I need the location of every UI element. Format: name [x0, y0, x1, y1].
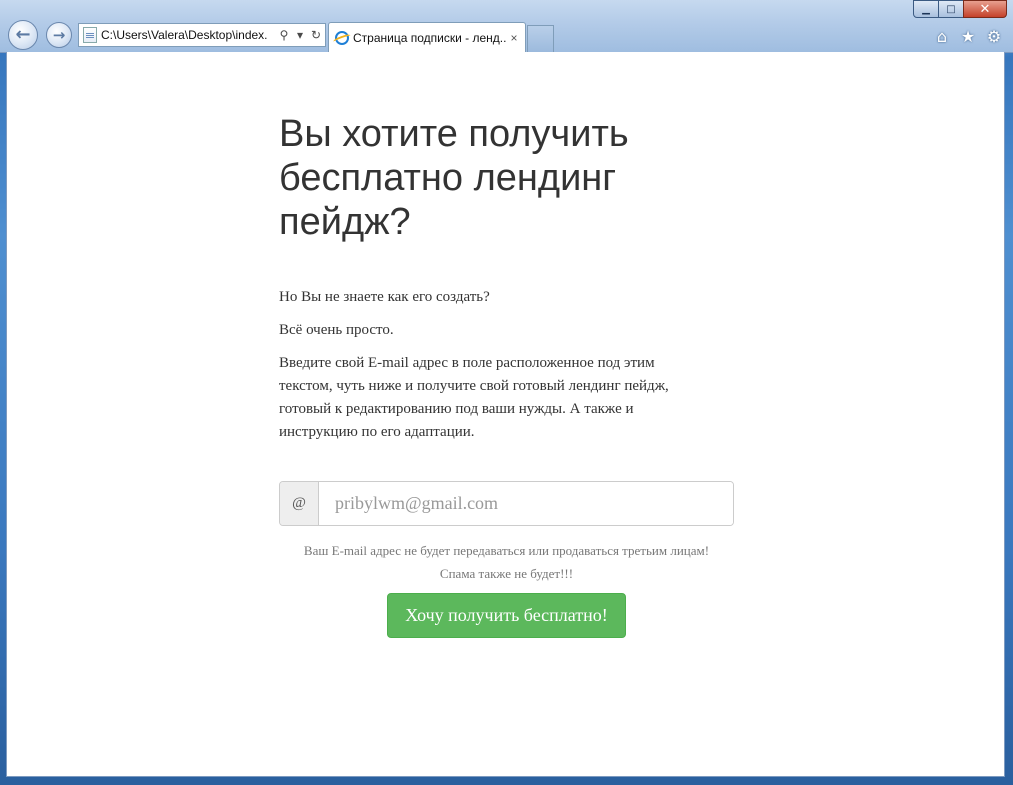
- page-icon: [83, 27, 97, 43]
- at-sign-addon: @: [280, 482, 319, 525]
- forward-arrow-icon: →: [52, 25, 66, 44]
- subscription-content: Вы хотите получить бесплатно лендинг пей…: [279, 52, 735, 638]
- back-arrow-icon: ←: [15, 24, 31, 45]
- close-window-button[interactable]: ✕: [963, 0, 1007, 18]
- email-field[interactable]: [319, 482, 733, 525]
- home-icon[interactable]: ⌂: [933, 27, 951, 46]
- intro-instructions: Введите свой E-mail адрес в поле располо…: [279, 355, 669, 440]
- window-controls: ▁ □ ✕: [913, 0, 1007, 18]
- browser-chrome: ← → C:\Users\Valera\Desktop\index. ⚲ ▾ ↻…: [0, 0, 1013, 53]
- intro-simple: Всё очень просто.: [279, 322, 394, 338]
- privacy-note: Ваш E-mail адрес не будет передаваться и…: [279, 539, 734, 585]
- browser-toolbar: ⌂ ★ ⚙: [933, 27, 1003, 46]
- refresh-icon[interactable]: ↻: [309, 28, 323, 42]
- new-tab-button[interactable]: [527, 25, 554, 52]
- tab-title: Страница подписки - ленд...: [353, 30, 507, 45]
- tab-close-icon[interactable]: ×: [507, 31, 521, 45]
- maximize-button[interactable]: □: [938, 0, 964, 18]
- search-icon[interactable]: ⚲: [277, 28, 291, 42]
- page-title: Вы хотите получить бесплатно лендинг пей…: [279, 113, 629, 243]
- minimize-icon: ▁: [922, 3, 930, 15]
- forward-button[interactable]: →: [46, 22, 72, 48]
- intro-question: Но Вы не знаете как его создать?: [279, 289, 490, 305]
- privacy-line-2: Спама также не будет!!!: [439, 566, 574, 581]
- minimize-button[interactable]: ▁: [913, 0, 939, 18]
- privacy-line-1: Ваш E-mail адрес не будет передаваться и…: [303, 543, 710, 558]
- back-button[interactable]: ←: [8, 20, 38, 50]
- close-icon: ✕: [979, 1, 991, 17]
- favorites-icon[interactable]: ★: [959, 27, 977, 46]
- submit-button[interactable]: Хочу получить бесплатно!: [387, 593, 626, 638]
- address-bar[interactable]: C:\Users\Valera\Desktop\index. ⚲ ▾ ↻: [78, 23, 326, 47]
- tools-gear-icon[interactable]: ⚙: [985, 27, 1003, 46]
- description-text: Но Вы не знаете как его создать? Всё оче…: [279, 286, 735, 444]
- ie-logo-icon: [335, 30, 349, 45]
- tab-subscription-page[interactable]: Страница подписки - ленд... ×: [328, 22, 526, 52]
- page-viewport: Вы хотите получить бесплатно лендинг пей…: [6, 52, 1005, 777]
- address-url[interactable]: C:\Users\Valera\Desktop\index.: [101, 28, 277, 42]
- email-input-group: @: [279, 481, 734, 526]
- maximize-icon: □: [946, 3, 956, 15]
- dropdown-icon[interactable]: ▾: [293, 28, 307, 42]
